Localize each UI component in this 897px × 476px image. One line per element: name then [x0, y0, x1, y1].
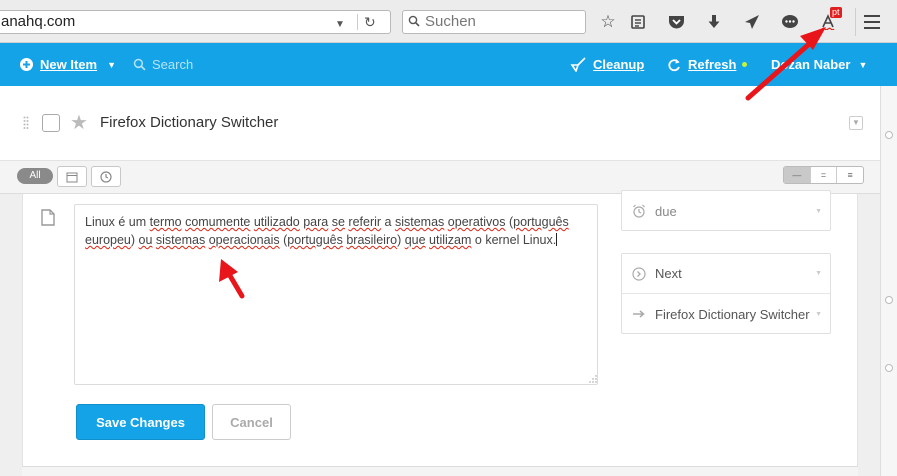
clock-icon: [100, 170, 112, 183]
pocket-icon[interactable]: [665, 11, 687, 33]
misspelled-word: termo: [149, 215, 182, 229]
arrow-right-icon: [622, 309, 655, 319]
chevron-down-icon: ▼: [107, 59, 116, 70]
search-icon: [133, 58, 146, 71]
menu-icon[interactable]: [864, 15, 880, 33]
misspelled-word: ou: [138, 233, 153, 247]
misspelled-word: português: [287, 233, 343, 247]
density-expanded-option[interactable]: ≡: [836, 167, 863, 183]
cleanup-button[interactable]: Cleanup: [570, 43, 644, 86]
page-scrollbar[interactable]: [880, 86, 897, 476]
search-placeholder: Suchen: [425, 13, 476, 30]
cancel-button[interactable]: Cancel: [212, 404, 291, 440]
misspelled-word: utilizam: [429, 233, 472, 247]
misspelled-word: brasileiro: [346, 233, 398, 247]
density-compact-option[interactable]: —: [784, 167, 810, 183]
due-date-box: due ▼: [621, 190, 831, 231]
filter-all-pill[interactable]: All: [17, 168, 53, 184]
misspelled-word: que: [404, 233, 426, 247]
chevron-down-icon: ▼: [815, 310, 822, 318]
text-cursor: [556, 233, 558, 246]
calendar-icon: [66, 172, 78, 182]
chevron-down-icon: ▼: [815, 207, 822, 215]
parent-task-field[interactable]: Firefox Dictionary Switcher ▼: [622, 294, 830, 334]
note-text: a: [381, 215, 395, 229]
next-circle-icon: [622, 266, 655, 281]
task-title[interactable]: Firefox Dictionary Switcher: [100, 114, 278, 131]
misspelled-word: português: [513, 215, 569, 229]
reload-icon[interactable]: ↻: [364, 11, 376, 33]
toolbar-divider: [855, 8, 856, 36]
scroll-marker: [885, 131, 893, 139]
chat-icon[interactable]: [779, 11, 801, 33]
due-date-field[interactable]: due ▼: [622, 191, 830, 231]
reading-list-icon[interactable]: [627, 11, 649, 33]
refresh-icon: [668, 58, 680, 71]
task-options-chevron-icon[interactable]: ▼: [849, 116, 863, 130]
misspelled-word: para: [303, 215, 329, 229]
next-task-row: [22, 466, 858, 476]
url-bar[interactable]: anahq.com ▼ ↻: [0, 10, 391, 34]
refresh-button[interactable]: Refresh: [667, 43, 748, 86]
browser-search-input[interactable]: Suchen: [402, 10, 586, 34]
broom-icon: [570, 57, 586, 72]
misspelled-word: utilizado: [253, 215, 300, 229]
browser-toolbar: anahq.com ▼ ↻ Suchen ☆ pt: [0, 0, 897, 43]
note-text: o kernel Linux.: [471, 233, 557, 247]
download-icon[interactable]: [703, 11, 725, 33]
user-menu-button[interactable]: Dozan Naber ▼: [771, 43, 867, 86]
task-checkbox[interactable]: [42, 114, 60, 132]
chevron-down-icon: ▼: [858, 59, 868, 70]
scroll-marker: [885, 296, 893, 304]
star-icon[interactable]: ★: [70, 110, 88, 135]
note-text: ): [397, 233, 405, 247]
app-search-input[interactable]: Search: [133, 43, 193, 86]
user-name: Dozan Naber: [771, 57, 851, 72]
view-density-toggle[interactable]: — = ≡: [783, 166, 864, 184]
url-text: anahq.com: [1, 13, 76, 30]
misspelled-word: europeu: [85, 233, 131, 247]
drag-handle-icon[interactable]: [23, 116, 29, 130]
note-text: (: [505, 215, 514, 229]
misspelled-word: referir: [348, 215, 382, 229]
chevron-down-icon: ▼: [815, 270, 822, 277]
sync-status-dot: [742, 62, 748, 67]
search-icon: [408, 15, 420, 27]
url-separator: [357, 14, 358, 30]
new-item-button[interactable]: New Item ▼: [20, 43, 116, 86]
plus-circle-icon: [20, 58, 33, 71]
misspelled-word: operacionais: [208, 233, 280, 247]
send-icon[interactable]: [741, 11, 763, 33]
save-changes-button[interactable]: Save Changes: [76, 404, 205, 440]
next-label: Next: [655, 266, 682, 281]
app-search-placeholder: Search: [152, 57, 194, 72]
new-item-label: New Item: [40, 57, 98, 72]
cleanup-label: Cleanup: [593, 57, 645, 72]
misspelled-word: comumente: [185, 215, 251, 229]
next-field[interactable]: Next ▼: [622, 254, 830, 294]
timer-filter-button[interactable]: [91, 166, 121, 187]
misspelled-word: operativos: [447, 215, 506, 229]
misspelled-word: sistemas: [394, 215, 445, 229]
note-textarea[interactable]: Linux é um termo comumente utilizado par…: [74, 204, 598, 385]
note-text: Linux é um: [85, 215, 150, 229]
density-normal-option[interactable]: =: [809, 167, 837, 183]
note-document-icon: [41, 209, 55, 226]
url-dropdown-icon[interactable]: ▼: [335, 14, 345, 36]
scroll-marker: [885, 364, 893, 372]
misspelled-word: se: [331, 215, 345, 229]
due-label: due: [655, 203, 677, 219]
refresh-label: Refresh: [688, 57, 737, 72]
parent-task-label: Firefox Dictionary Switcher: [655, 306, 810, 322]
app-header: New Item ▼ Search Cleanup Refresh Dozan …: [0, 43, 897, 86]
calendar-filter-button[interactable]: [57, 166, 87, 187]
alarm-clock-icon: [622, 204, 655, 218]
note-text: ): [130, 233, 139, 247]
bookmark-star-icon[interactable]: ☆: [597, 11, 619, 33]
relations-box: Next ▼ Firefox Dictionary Switcher ▼: [621, 253, 831, 334]
dictionary-language-badge: pt: [830, 7, 842, 18]
resize-handle-icon[interactable]: [589, 375, 597, 383]
misspelled-word: sistemas: [155, 233, 206, 247]
